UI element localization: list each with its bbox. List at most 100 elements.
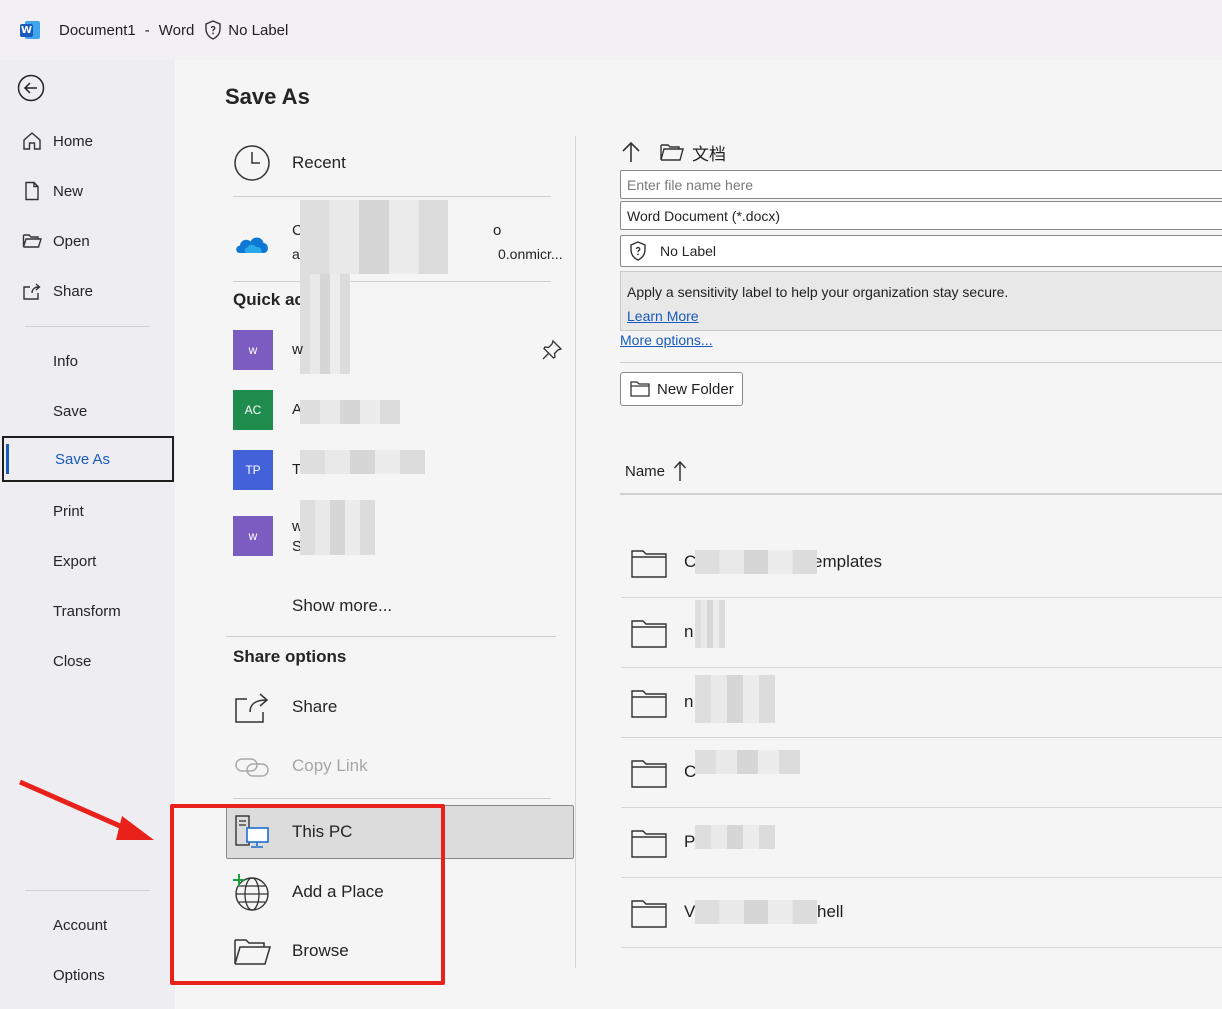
nav-open-label: Open bbox=[53, 232, 90, 250]
annotation-highlight-box bbox=[170, 804, 445, 985]
pin-icon[interactable] bbox=[541, 339, 563, 361]
divider bbox=[233, 281, 551, 282]
folder-icon bbox=[631, 690, 667, 718]
clock-icon bbox=[234, 145, 270, 181]
nav-account-label: Account bbox=[53, 916, 108, 934]
word-logo-icon: W bbox=[20, 20, 40, 40]
more-options-link[interactable]: More options... bbox=[620, 332, 713, 348]
sensitivity-shield-icon[interactable] bbox=[204, 20, 222, 40]
location-copy-link-label: Copy Link bbox=[292, 756, 368, 775]
location-copy-link[interactable]: Copy Link bbox=[225, 739, 555, 793]
sensitivity-info-text: Apply a sensitivity label to help your o… bbox=[627, 284, 1009, 300]
document-name: Document1 bbox=[59, 21, 136, 39]
nav-home-label: Home bbox=[53, 132, 94, 150]
annotation-arrow-icon bbox=[18, 779, 154, 840]
nav-open[interactable]: Open bbox=[0, 218, 175, 264]
title-separator: - bbox=[144, 21, 150, 39]
folder-name-start: P bbox=[684, 832, 696, 851]
current-folder-name[interactable]: 文档 bbox=[692, 140, 726, 165]
folder-name-end: emplates bbox=[813, 552, 882, 571]
nav-print-label: Print bbox=[53, 502, 84, 520]
quick-access-item[interactable]: w w S bbox=[233, 514, 563, 558]
sensitivity-label-value: No Label bbox=[660, 243, 717, 259]
nav-divider bbox=[25, 326, 150, 327]
folder-icon bbox=[631, 550, 667, 578]
nav-export-label: Export bbox=[53, 552, 97, 570]
app-name: Word bbox=[158, 21, 195, 39]
folder-name-start: n bbox=[684, 692, 694, 711]
location-share[interactable]: Share bbox=[225, 680, 555, 734]
nav-close-label: Close bbox=[53, 652, 92, 670]
name-column-label: Name bbox=[625, 462, 666, 480]
location-recent-label: Recent bbox=[292, 153, 346, 172]
folder-icon bbox=[631, 760, 667, 788]
redacted-area bbox=[300, 200, 448, 274]
onedrive-account-line2-end: 0.onmicr... bbox=[498, 246, 563, 262]
learn-more-link[interactable]: Learn More bbox=[627, 304, 1222, 328]
folder-icon bbox=[660, 144, 684, 161]
onedrive-cloud-icon bbox=[236, 237, 268, 253]
folder-name-end: hell bbox=[817, 902, 844, 921]
nav-save[interactable]: Save bbox=[0, 388, 175, 434]
folder-badge-icon: w bbox=[233, 330, 273, 370]
nav-options[interactable]: Options bbox=[0, 952, 175, 998]
folder-path-bar: 文档 bbox=[620, 140, 726, 164]
folder-icon bbox=[631, 620, 667, 648]
nav-transform[interactable]: Transform bbox=[0, 588, 175, 634]
quick-access-item[interactable]: w w bbox=[233, 328, 563, 372]
quick-access-heading: Quick ac bbox=[233, 290, 304, 309]
new-folder-button[interactable]: New Folder bbox=[620, 372, 743, 406]
nav-new[interactable]: New bbox=[0, 168, 175, 214]
show-more-label: Show more... bbox=[292, 596, 393, 615]
folder-name-start: n bbox=[684, 622, 694, 641]
redacted-area bbox=[695, 900, 817, 924]
nav-account[interactable]: Account bbox=[0, 902, 175, 948]
column-divider bbox=[575, 136, 576, 968]
nav-close[interactable]: Close bbox=[0, 638, 175, 684]
file-type-select[interactable]: Word Document (*.docx) bbox=[620, 201, 1222, 230]
show-more-link[interactable]: Show more... bbox=[225, 579, 555, 633]
folder-badge-icon: AC bbox=[233, 390, 273, 430]
name-column-header[interactable]: Name bbox=[625, 460, 687, 482]
nav-info[interactable]: Info bbox=[0, 338, 175, 384]
sensitivity-info-box: Apply a sensitivity label to help your o… bbox=[620, 271, 1222, 331]
up-arrow-icon[interactable] bbox=[620, 141, 642, 163]
title-bar: W Document1 - Word No Label bbox=[0, 0, 1222, 60]
nav-home[interactable]: Home bbox=[0, 118, 175, 164]
open-folder-icon bbox=[22, 234, 42, 248]
nav-transform-label: Transform bbox=[53, 602, 121, 620]
file-type-value: Word Document (*.docx) bbox=[627, 207, 781, 224]
nav-save-label: Save bbox=[53, 402, 88, 420]
redacted-area bbox=[695, 750, 800, 774]
location-share-label: Share bbox=[292, 697, 338, 716]
folder-icon bbox=[631, 830, 667, 858]
divider bbox=[233, 798, 551, 799]
file-name-input[interactable] bbox=[620, 170, 1222, 199]
sensitivity-label-select[interactable]: No Label bbox=[620, 235, 1222, 267]
redacted-area bbox=[300, 500, 375, 555]
share-icon bbox=[23, 283, 41, 300]
redacted-area bbox=[300, 450, 425, 474]
nav-options-label: Options bbox=[53, 966, 105, 984]
folder-badge-icon: w bbox=[233, 516, 273, 556]
nav-print[interactable]: Print bbox=[0, 488, 175, 534]
sort-ascending-arrow-icon bbox=[673, 460, 687, 481]
location-recent[interactable]: Recent bbox=[225, 136, 555, 190]
divider bbox=[233, 196, 551, 197]
title-label-status[interactable]: No Label bbox=[228, 22, 288, 39]
nav-save-as-label: Save As bbox=[55, 450, 111, 468]
header-divider bbox=[620, 493, 1222, 495]
new-folder-label: New Folder bbox=[657, 380, 734, 398]
share-icon bbox=[235, 693, 269, 723]
nav-divider bbox=[25, 890, 150, 891]
nav-export[interactable]: Export bbox=[0, 538, 175, 584]
nav-share[interactable]: Share bbox=[0, 268, 175, 314]
folder-badge-icon: TP bbox=[233, 450, 273, 490]
back-arrow-icon[interactable] bbox=[17, 74, 45, 102]
backstage-nav: Home New Open Share Info Save Save As Pr… bbox=[0, 60, 175, 1009]
redacted-area bbox=[695, 675, 775, 723]
nav-info-label: Info bbox=[53, 352, 79, 370]
quick-access-item-label: w bbox=[292, 341, 303, 358]
folder-icon bbox=[631, 900, 667, 928]
nav-save-as[interactable]: Save As bbox=[2, 436, 174, 482]
